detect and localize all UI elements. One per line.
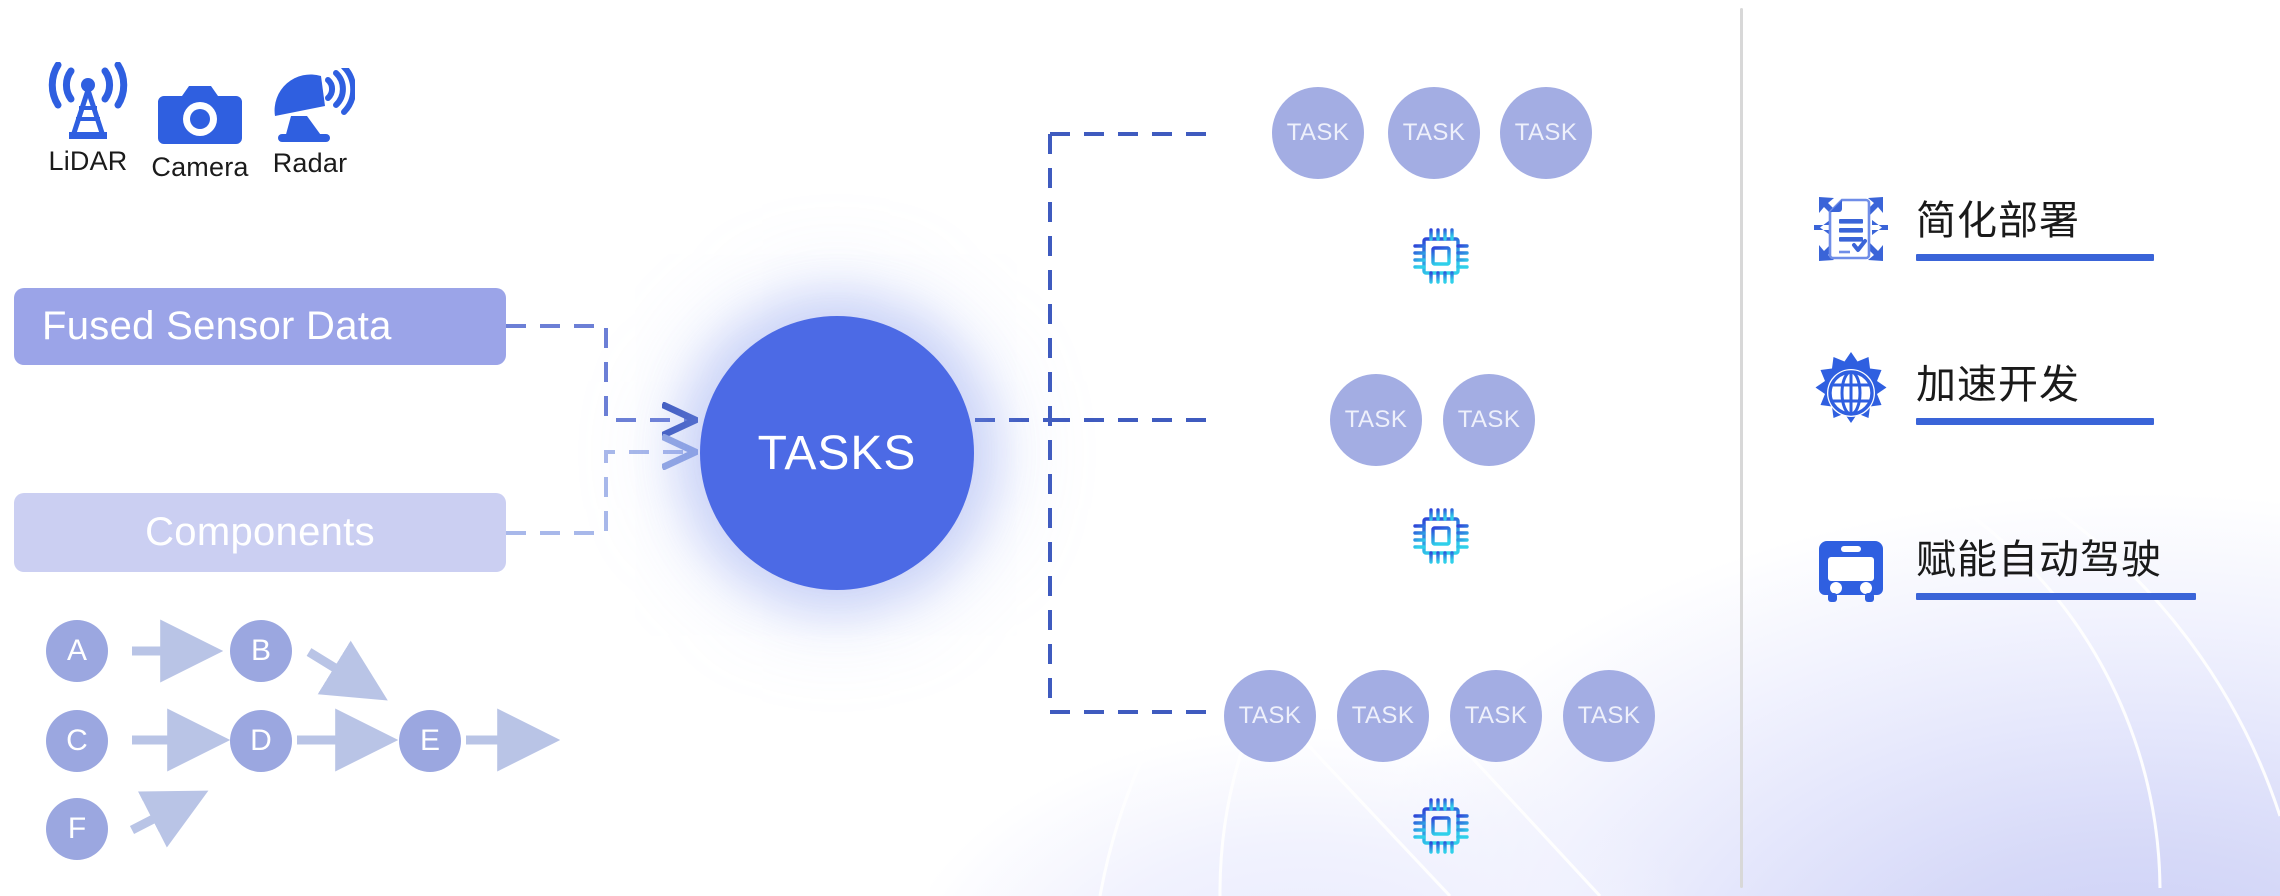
tasks-hub-node[interactable]: TASKS: [700, 316, 974, 590]
fused-sensor-data-label: Fused Sensor Data: [42, 304, 392, 348]
cpu-chip-icon: [1410, 795, 1472, 857]
graph-node-label: E: [419, 724, 440, 757]
task-label: TASK: [1238, 702, 1302, 729]
gear-globe-icon: [1808, 350, 1894, 436]
task-label: TASK: [1464, 702, 1528, 729]
task-label: TASK: [1577, 702, 1641, 729]
feature-item-simplify-deployment[interactable]: 简化部署: [1808, 186, 2154, 272]
graph-node-label: A: [66, 634, 87, 667]
diagram-canvas: LiDAR Camera Radar Fused Sensor Data Com…: [0, 0, 2280, 896]
radar-dish-icon: [240, 64, 380, 142]
cpu-chip-icon: [1410, 225, 1472, 287]
task-circle[interactable]: TASK: [1500, 87, 1592, 179]
graph-node-label: F: [67, 812, 87, 845]
task-label: TASK: [1344, 406, 1408, 433]
panel-divider: [1740, 8, 1743, 888]
task-circle[interactable]: TASK: [1224, 670, 1316, 762]
graph-node-d[interactable]: D: [230, 710, 292, 772]
task-circle[interactable]: TASK: [1563, 670, 1655, 762]
components-box[interactable]: Components: [14, 493, 506, 572]
sensor-radar: Radar: [240, 64, 380, 179]
tasks-hub-label: TASKS: [757, 426, 917, 480]
component-graph: A B C D E F: [14, 600, 574, 890]
task-label: TASK: [1457, 406, 1521, 433]
task-label: TASK: [1286, 119, 1350, 146]
graph-node-label: D: [250, 724, 272, 757]
task-circle[interactable]: TASK: [1388, 87, 1480, 179]
graph-node-b[interactable]: B: [230, 620, 292, 682]
graph-node-label: C: [66, 724, 88, 757]
feature-underline: [1916, 254, 2154, 261]
feature-label: 简化部署: [1916, 198, 2080, 244]
graph-node-c[interactable]: C: [46, 710, 108, 772]
fused-sensor-data-box[interactable]: Fused Sensor Data: [14, 288, 506, 365]
sensor-group: LiDAR Camera Radar: [18, 62, 498, 192]
bus-icon: [1808, 525, 1894, 611]
graph-node-label: B: [250, 634, 271, 667]
task-label: TASK: [1402, 119, 1466, 146]
task-label: TASK: [1514, 119, 1578, 146]
feature-label: 赋能自动驾驶: [1916, 537, 2162, 583]
graph-node-f[interactable]: F: [46, 798, 108, 860]
feature-underline: [1916, 418, 2154, 425]
graph-node-e[interactable]: E: [399, 710, 461, 772]
feature-body: 加速开发: [1916, 350, 2154, 425]
feature-underline: [1916, 593, 2196, 600]
components-label: Components: [145, 510, 375, 554]
document-deploy-icon: [1808, 186, 1894, 272]
task-circle[interactable]: TASK: [1443, 374, 1535, 466]
feature-body: 简化部署: [1916, 186, 2154, 261]
feature-item-enable-autonomous-driving[interactable]: 赋能自动驾驶: [1808, 525, 2196, 611]
feature-body: 赋能自动驾驶: [1916, 525, 2196, 600]
graph-node-a[interactable]: A: [46, 620, 108, 682]
cpu-chip-icon: [1410, 505, 1472, 567]
sensor-label: Radar: [272, 148, 348, 178]
feature-label: 加速开发: [1916, 362, 2080, 408]
task-circle[interactable]: TASK: [1272, 87, 1364, 179]
task-circle[interactable]: TASK: [1330, 374, 1422, 466]
task-circle[interactable]: TASK: [1450, 670, 1542, 762]
task-label: TASK: [1351, 702, 1415, 729]
task-circle[interactable]: TASK: [1337, 670, 1429, 762]
feature-item-accelerate-development[interactable]: 加速开发: [1808, 350, 2154, 436]
